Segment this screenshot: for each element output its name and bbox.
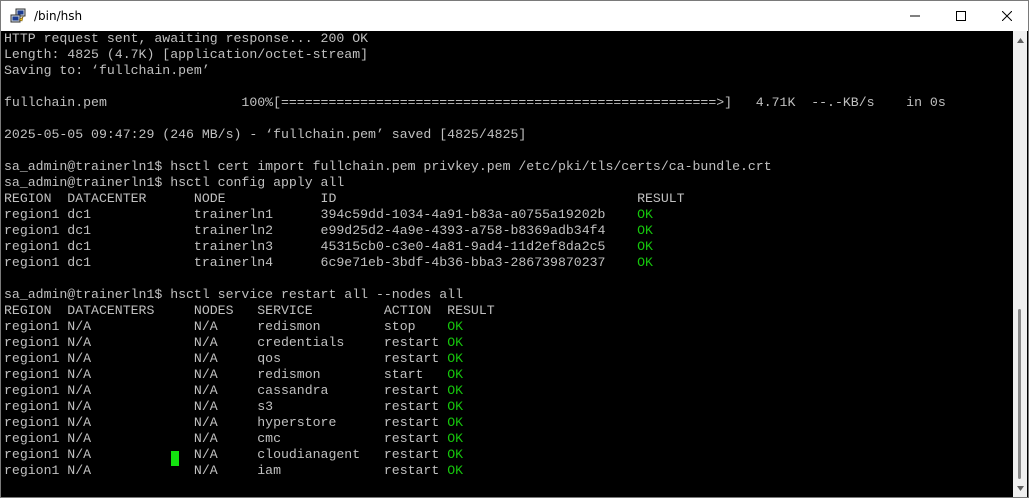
result-ok: OK [637,207,653,222]
result-ok: OK [447,415,464,430]
vertical-scrollbar[interactable] [1013,31,1027,497]
terminal-line-text: region1 N/A N/A cmc restart [4,431,448,446]
scroll-down-arrow-icon [1016,485,1024,491]
result-ok: OK [637,239,653,254]
result-ok: OK [447,447,464,462]
terminal-line-text: region1 N/A N/A cassandra restart [4,383,448,398]
terminal-line: sa_admin@trainerln1$ hsctl config apply … [4,175,344,191]
terminal-line-text: region1 N/A N/A redismon start [4,367,448,382]
terminal-line-text: 2025-05-05 09:47:29 (246 MB/s) - ‘fullch… [4,127,527,142]
terminal-line-text: Saving to: ‘fullchain.pem’ [4,63,210,78]
terminal-line: REGION DATACENTERS NODES SERVICE ACTION … [4,303,495,319]
result-ok: OK [637,223,653,238]
terminal-line-text: Length: 4825 (4.7K) [application/octet-s… [4,47,369,62]
title-bar[interactable]: /bin/hsh [1,1,1028,31]
terminal-line: region1 N/A N/A redismon start OK [4,367,463,383]
terminal-line-text: region1 N/A N/A redismon stop [4,319,448,334]
terminal-line: region1 N/A N/A hyperstore restart OK [4,415,463,431]
result-ok: OK [447,463,464,478]
result-ok: OK [447,367,464,382]
terminal-line-text: REGION DATACENTER NODE ID RESULT [4,191,685,206]
terminal-line: Saving to: ‘fullchain.pem’ [4,63,210,79]
terminal-line: region1 N/A N/A redismon stop OK [4,319,463,335]
terminal-line-text: region1 dc1 trainerln4 6c9e71eb-3bdf-4b3… [4,255,638,270]
result-ok: OK [447,431,464,446]
minimize-icon [910,15,920,17]
terminal-line: region1 N/A N/A s3 restart OK [4,399,463,415]
terminal-line: fullchain.pem 100%[=====================… [4,95,946,111]
result-ok: OK [637,255,653,270]
minimize-button[interactable] [892,1,938,31]
result-ok: OK [447,319,464,334]
terminal-line: 2025-05-05 09:47:29 (246 MB/s) - ‘fullch… [4,127,526,143]
terminal-line-text: sa_admin@trainerln1$ hsctl cert import f… [4,159,772,174]
terminal-line: REGION DATACENTER NODE ID RESULT [4,191,685,207]
terminal-line-text: REGION DATACENTERS NODES SERVICE ACTION … [4,303,495,318]
window-title: /bin/hsh [34,9,83,23]
terminal-line-text: region1 N/A N/A iam restart [4,463,448,478]
terminal-line: region1 dc1 trainerln3 45315cb0-c3e0-4a8… [4,239,653,255]
close-button[interactable] [984,1,1029,31]
terminal-line-text: sa_admin@trainerln1$ hsctl config apply … [4,175,345,190]
text-cursor [171,451,179,466]
terminal-line-text: region1 N/A N/A credentials restart [4,335,448,350]
terminal-line: region1 dc1 trainerln2 e99d25d2-4a9e-439… [4,223,653,239]
terminal-line-text: region1 N/A N/A cloudianagent restart [4,447,448,462]
terminal-line-text: region1 N/A N/A s3 restart [4,399,448,414]
terminal-line-text: fullchain.pem 100%[=====================… [4,95,946,110]
terminal-output[interactable]: HTTP request sent, awaiting response... … [1,31,1014,497]
result-ok: OK [447,351,464,366]
terminal-line-text: region1 N/A N/A qos restart [4,351,448,366]
maximize-button[interactable] [938,1,984,31]
putty-icon[interactable] [10,8,26,24]
terminal-line-text: region1 dc1 trainerln2 e99d25d2-4a9e-439… [4,223,638,238]
terminal-line-text: region1 dc1 trainerln1 394c59dd-1034-4a9… [4,207,638,222]
scroll-up-arrow-icon [1016,37,1024,43]
terminal-line-text: sa_admin@trainerln1$ hsctl service resta… [4,287,463,302]
result-ok: OK [447,399,464,414]
terminal-line: sa_admin@trainerln1$ hsctl cert import f… [4,159,772,175]
close-icon [1002,11,1012,21]
terminal-line: region1 N/A N/A credentials restart OK [4,335,463,351]
maximize-icon [956,11,966,21]
scroll-down-button[interactable] [1013,481,1027,495]
terminal-line: region1 N/A N/A iam restart OK [4,463,463,479]
terminal-line: sa_admin@trainerln1$ hsctl service resta… [4,287,463,303]
terminal-line: region1 dc1 trainerln4 6c9e71eb-3bdf-4b3… [4,255,653,271]
terminal-window: /bin/hsh HTTP request sent, awaiting res… [0,0,1029,498]
result-ok: OK [447,335,464,350]
terminal-line: region1 N/A N/A cloudianagent restart OK [4,447,463,463]
terminal-line-text: region1 N/A N/A hyperstore restart [4,415,448,430]
terminal-line: Length: 4825 (4.7K) [application/octet-s… [4,47,368,63]
terminal-line: region1 N/A N/A cassandra restart OK [4,383,463,399]
scroll-up-button[interactable] [1013,33,1027,47]
result-ok: OK [447,383,464,398]
terminal-line-text: region1 dc1 trainerln3 45315cb0-c3e0-4a8… [4,239,638,254]
scroll-thumb[interactable] [1018,309,1021,479]
terminal-line-text: HTTP request sent, awaiting response... … [4,31,369,46]
terminal-line: HTTP request sent, awaiting response... … [4,31,368,47]
terminal-line: region1 N/A N/A cmc restart OK [4,431,463,447]
terminal-line: region1 dc1 trainerln1 394c59dd-1034-4a9… [4,207,653,223]
terminal-line: region1 N/A N/A qos restart OK [4,351,463,367]
